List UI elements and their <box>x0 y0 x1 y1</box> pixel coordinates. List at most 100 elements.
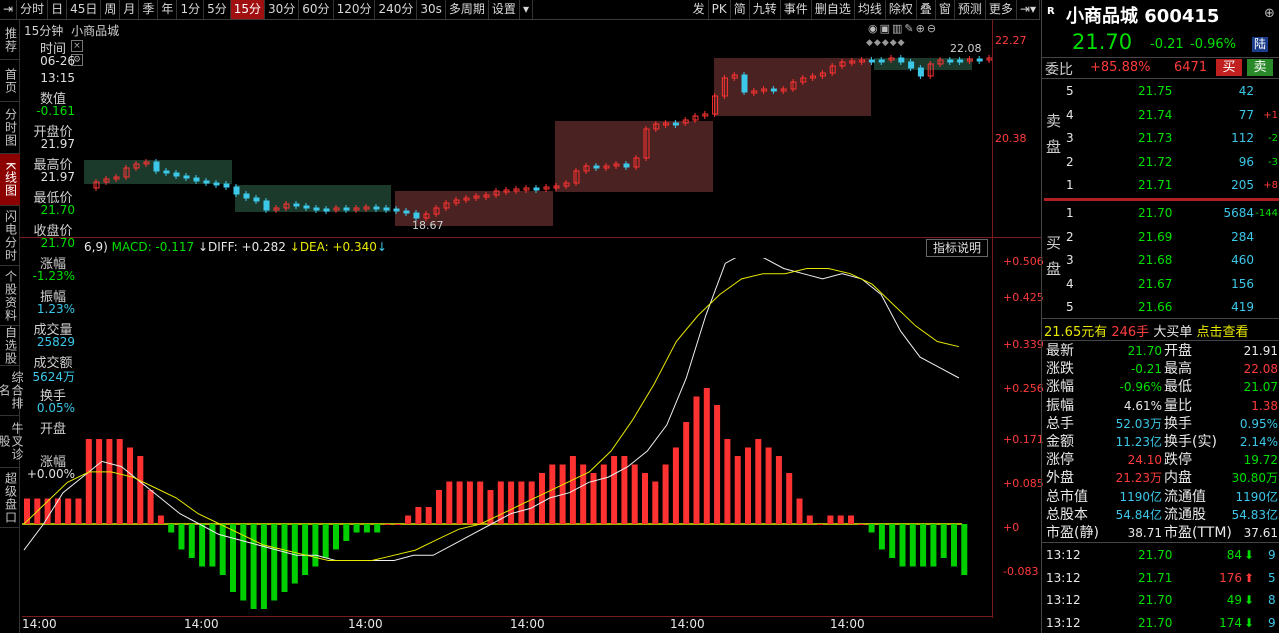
period-tab[interactable]: 分时 <box>17 0 49 19</box>
candle-body <box>908 61 915 69</box>
period-tab[interactable]: 季 <box>139 0 159 19</box>
book-price[interactable]: 21.70 <box>1138 202 1172 224</box>
period-tab[interactable]: 周 <box>101 0 121 19</box>
period-tab[interactable]: 日 <box>48 0 68 19</box>
period-tab[interactable]: 240分 <box>375 0 418 19</box>
candle-body <box>878 59 885 63</box>
nav-item[interactable]: K线图 <box>0 154 20 206</box>
book-level: 4 <box>1066 107 1074 122</box>
lock-icon[interactable]: ▣ <box>880 22 892 35</box>
arrow-up-icon: ⬆ <box>1244 570 1255 585</box>
pen-icon[interactable]: ✎ <box>904 22 915 35</box>
nav-item[interactable]: 综合排名 <box>0 366 24 416</box>
macd-bar <box>765 447 772 524</box>
pane-separator <box>20 237 1041 238</box>
tool-button[interactable]: 均线 <box>855 0 886 19</box>
book-price[interactable]: 21.73 <box>1138 127 1172 149</box>
period-tab[interactable]: 60分 <box>299 0 334 19</box>
zoom-out-icon[interactable]: ⊖ <box>927 22 938 35</box>
macd-bar <box>848 515 854 524</box>
book-change: +1 <box>1263 109 1278 121</box>
macd-bar <box>157 515 164 524</box>
tool-button[interactable]: 事件 <box>781 0 812 19</box>
period-tab[interactable]: 1分 <box>177 0 205 19</box>
period-tab[interactable]: 30分 <box>265 0 300 19</box>
nav-item[interactable]: 闪电分时 <box>0 206 20 266</box>
zoom-in-icon[interactable]: ⊕ <box>916 22 927 35</box>
macd-bar <box>611 456 618 524</box>
book-price[interactable]: 21.72 <box>1138 151 1172 173</box>
candle-body <box>163 170 170 174</box>
book-price[interactable]: 21.75 <box>1138 80 1172 102</box>
indicator-help-button[interactable]: 指标说明 <box>926 239 988 257</box>
tool-button[interactable]: 发 <box>690 0 709 19</box>
tick-time: 13:12 <box>1046 570 1081 585</box>
tool-button[interactable]: 叠 <box>917 0 936 19</box>
book-volume: 5684 <box>1223 206 1254 220</box>
macd-bar <box>446 481 453 524</box>
macd-bar <box>652 481 659 524</box>
book-price[interactable]: 21.74 <box>1138 104 1172 126</box>
nav-item[interactable]: 个股资料 <box>0 266 20 326</box>
big-buy-link[interactable]: 点击查看 <box>1196 325 1248 340</box>
tool-button[interactable]: 预测 <box>955 0 986 19</box>
sell-button[interactable]: 卖 <box>1247 59 1273 76</box>
kline-chart[interactable] <box>22 36 992 236</box>
eye-icon[interactable]: ◉ <box>868 22 880 35</box>
nav-item[interactable]: 自选股 <box>0 326 20 366</box>
period-tab[interactable]: 120分 <box>334 0 376 19</box>
tool-button[interactable]: 窗 <box>936 0 955 19</box>
tool-button[interactable]: 简 <box>731 0 750 19</box>
time-axis: 14:00 14:00 14:00 14:00 14:00 14:00 <box>22 616 992 633</box>
period-tab[interactable]: 设置 <box>489 0 520 19</box>
period-tab[interactable]: 多周期 <box>446 0 489 19</box>
tool-button[interactable]: PK <box>709 0 731 19</box>
macd-bar <box>806 515 813 524</box>
macd-bar <box>425 507 432 524</box>
search-icon[interactable]: ⊕ <box>1264 6 1275 21</box>
macd-bar <box>281 524 288 592</box>
left-nav: 推荐 首页 分时图 K线图 闪电分时 个股资料 自选股 综合排名 牛叉诊股 超级盘口 <box>0 20 24 633</box>
macd-bar <box>755 439 762 524</box>
macd-chart[interactable] <box>22 258 992 618</box>
toolbar-collapse-icon[interactable]: ⇥ <box>0 0 18 19</box>
nav-item[interactable]: 牛叉诊股 <box>0 416 24 468</box>
macd-axis-label: +0.506 <box>1003 255 1044 268</box>
nav-item[interactable]: 首页 <box>0 60 20 102</box>
buy-button[interactable]: 买 <box>1216 59 1242 76</box>
tool-button[interactable]: 九转 <box>750 0 781 19</box>
macd-axis-label: +0.256 <box>1003 382 1044 395</box>
period-tab[interactable]: 30s <box>417 0 446 19</box>
nav-item[interactable]: 超级盘口 <box>0 468 20 528</box>
macd-bar <box>333 524 339 550</box>
stats-table: 最新 21.70 开盘 21.91 涨跌 -0.21 最高 22.08 涨幅 -0.96% 最低 21… <box>1042 342 1279 542</box>
macd-bar <box>312 524 319 567</box>
period-tab[interactable]: 15分 <box>230 0 265 19</box>
period-toolbar: ⇥ 分时日 45日周月季年 1分 5分 15分 30分 60分 120分 240分 30s 多周期设… <box>0 0 1040 20</box>
tick-volume: 174 <box>1219 615 1242 630</box>
expand-icon[interactable]: ⇥▾ <box>1017 0 1040 19</box>
nav-item[interactable]: 推荐 <box>0 20 20 60</box>
drawing-tools[interactable]: ◉▣▥✎⊕⊖ <box>868 22 938 35</box>
nav-item[interactable]: 分时图 <box>0 102 20 154</box>
book-price[interactable]: 21.67 <box>1138 273 1172 295</box>
trash-icon[interactable]: ▥ <box>892 22 904 35</box>
period-tab[interactable]: 5分 <box>204 0 231 19</box>
weibi-label: 委比 <box>1045 62 1073 78</box>
candle-body <box>403 210 410 214</box>
candle-body <box>193 177 200 182</box>
period-tab[interactable]: 年 <box>158 0 178 19</box>
period-tab[interactable]: 月 <box>120 0 140 19</box>
tool-button[interactable]: 删自选 <box>812 0 855 19</box>
book-price[interactable]: 21.68 <box>1138 249 1172 271</box>
tool-button[interactable]: 更多 <box>986 0 1017 19</box>
tool-button[interactable]: 除权 <box>886 0 917 19</box>
price-mid-label: 20.38 <box>995 132 1027 145</box>
tick-time: 13:12 <box>1046 548 1081 562</box>
more-periods-dropdown[interactable]: ▾ <box>520 0 533 19</box>
period-tab[interactable]: 45日 <box>67 0 102 19</box>
book-price[interactable]: 21.69 <box>1138 226 1172 248</box>
book-price[interactable]: 21.66 <box>1138 296 1172 318</box>
book-price[interactable]: 21.71 <box>1138 174 1172 196</box>
stock-code: 600415 <box>1144 6 1220 27</box>
